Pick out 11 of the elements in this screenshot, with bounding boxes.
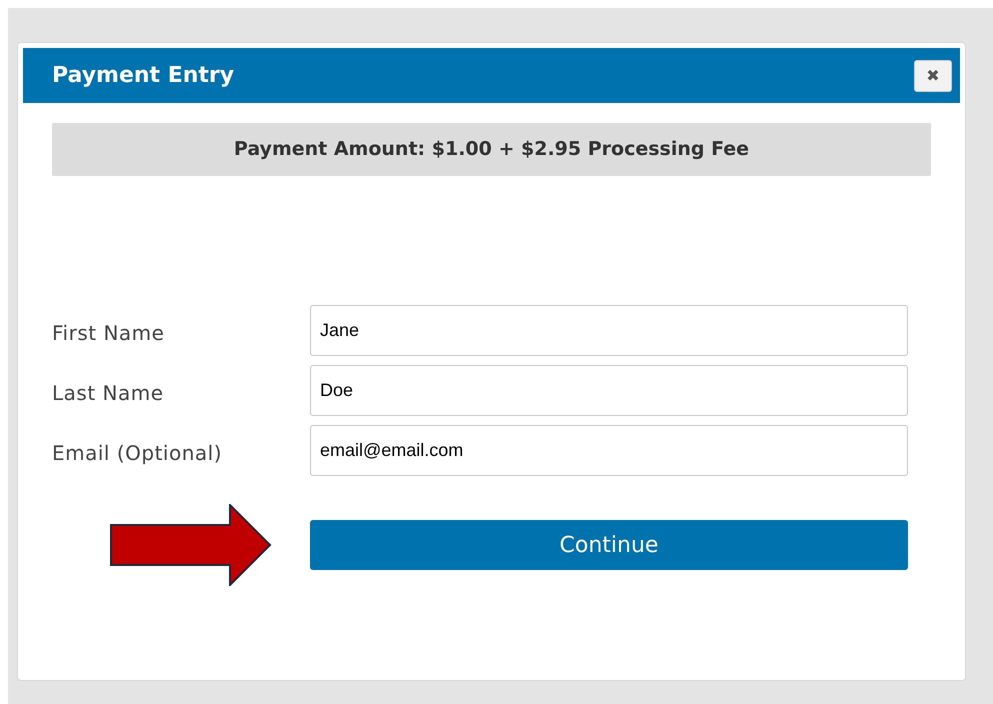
amount-banner: Payment Amount: $1.00 + $2.95 Processing Fee	[52, 123, 931, 176]
text-field[interactable]: Jane	[310, 305, 908, 356]
dialog-title: Payment Entry	[52, 62, 234, 90]
field-label: Last Name	[52, 380, 165, 406]
close-button[interactable]: ✖	[914, 60, 952, 92]
text-field[interactable]: Doe	[310, 365, 908, 416]
arrow-icon	[110, 504, 272, 586]
field-label: Email (Optional)	[52, 440, 224, 466]
field-label: First Name	[52, 320, 166, 346]
text-field[interactable]: email@email.com	[310, 425, 908, 476]
continue-button[interactable]: Continue	[310, 520, 908, 570]
